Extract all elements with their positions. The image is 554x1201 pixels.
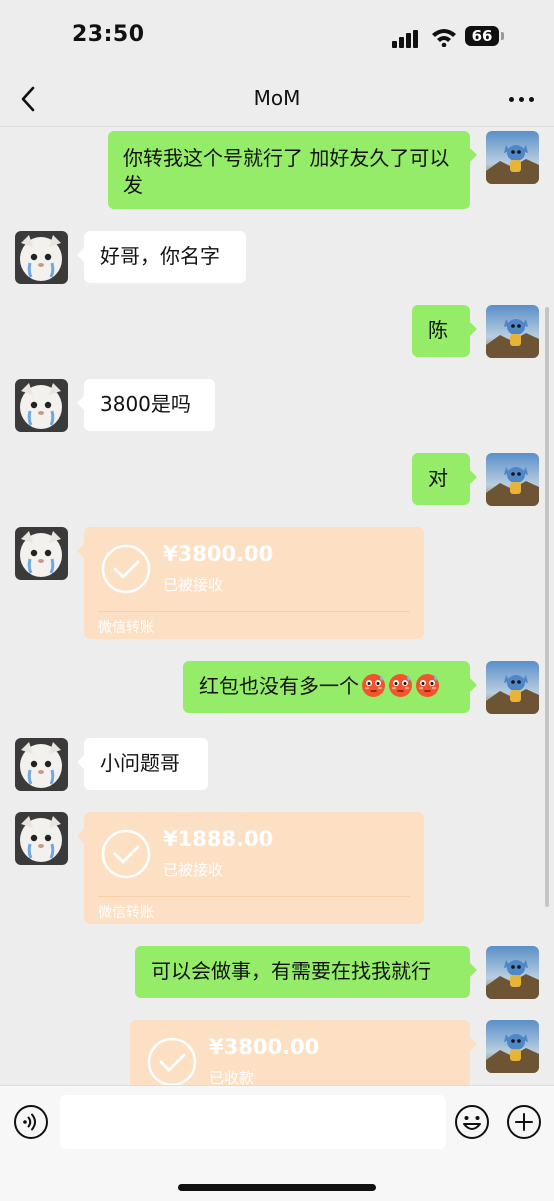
status-bar: 23:50 66	[0, 0, 554, 72]
my-avatar[interactable]	[486, 131, 539, 184]
message-received: 小问题哥	[0, 734, 554, 794]
transfer-status: 已被接收	[163, 861, 224, 879]
message-sent: 红包也没有多一个	[0, 657, 554, 717]
message-bubble[interactable]: 可以会做事，有需要在找我就行	[135, 946, 477, 998]
more-options-button[interactable]	[504, 82, 540, 116]
flushed-face-icon	[415, 673, 440, 698]
my-avatar[interactable]	[486, 946, 539, 999]
message-input[interactable]	[60, 1095, 446, 1149]
transfer-amount: ¥3800.00	[209, 1035, 320, 1059]
contact-avatar[interactable]	[15, 231, 68, 284]
my-avatar[interactable]	[486, 661, 539, 714]
chat-header: MoM	[0, 72, 554, 127]
voice-input-icon[interactable]	[13, 1104, 49, 1140]
message-bubble[interactable]: 你转我这个号就行了 加好友久了可以发	[108, 131, 477, 209]
check-circle-icon	[100, 828, 152, 880]
message-sent: 对	[0, 449, 554, 509]
status-time: 23:50	[72, 22, 145, 47]
message-sent: ¥3800.00 已收款	[0, 1016, 554, 1085]
emoji-icon[interactable]	[454, 1104, 490, 1140]
contact-avatar[interactable]	[15, 812, 68, 865]
transfer-card[interactable]: ¥3800.00 已收款	[130, 1020, 477, 1085]
transfer-status: 已收款	[209, 1069, 255, 1085]
message-sent: 可以会做事，有需要在找我就行	[0, 942, 554, 1002]
message-bubble[interactable]: 对	[412, 453, 477, 505]
transfer-label: 微信转账	[98, 905, 154, 921]
transfer-card[interactable]: ¥1888.00 已被接收 微信转账	[77, 812, 424, 924]
message-bubble[interactable]: 红包也没有多一个	[183, 661, 477, 713]
message-received: 3800是吗	[0, 375, 554, 435]
home-indicator	[178, 1184, 376, 1191]
contact-avatar[interactable]	[15, 527, 68, 580]
transfer-amount: ¥1888.00	[163, 827, 274, 851]
message-sent: 陈	[0, 301, 554, 361]
cellular-signal-icon	[392, 30, 418, 48]
my-avatar[interactable]	[486, 305, 539, 358]
input-bar	[0, 1085, 554, 1201]
transfer-status: 已被接收	[163, 576, 224, 594]
chat-scrollbar[interactable]	[545, 307, 549, 907]
my-avatar[interactable]	[486, 453, 539, 506]
transfer-amount: ¥3800.00	[163, 542, 274, 566]
check-circle-icon	[146, 1036, 198, 1085]
message-text: 红包也没有多一个	[199, 674, 359, 698]
message-received: 好哥，你名字	[0, 227, 554, 287]
check-circle-icon	[100, 543, 152, 595]
battery-icon: 66	[465, 26, 499, 46]
wifi-icon	[432, 29, 456, 47]
message-bubble[interactable]: 3800是吗	[77, 379, 215, 431]
transfer-label: 微信转账	[98, 620, 154, 636]
chat-title: MoM	[253, 86, 301, 110]
flushed-face-icon	[361, 673, 386, 698]
transfer-divider	[98, 896, 410, 897]
transfer-divider	[98, 611, 410, 612]
message-sent: 你转我这个号就行了 加好友久了可以发	[0, 127, 554, 212]
contact-avatar[interactable]	[15, 738, 68, 791]
transfer-card[interactable]: ¥3800.00 已被接收 微信转账	[77, 527, 424, 639]
message-bubble[interactable]: 好哥，你名字	[77, 231, 246, 283]
message-received: ¥1888.00 已被接收 微信转账	[0, 808, 554, 926]
message-bubble[interactable]: 陈	[412, 305, 477, 357]
message-bubble[interactable]: 小问题哥	[77, 738, 208, 790]
message-received: ¥3800.00 已被接收 微信转账	[0, 523, 554, 641]
battery-tip	[501, 32, 504, 40]
flushed-face-icon	[388, 673, 413, 698]
message-list[interactable]: 你转我这个号就行了 加好友久了可以发 好哥，你名字 陈 3800是吗 对 ¥38…	[0, 127, 554, 1085]
contact-avatar[interactable]	[15, 379, 68, 432]
my-avatar[interactable]	[486, 1020, 539, 1073]
plus-icon[interactable]	[506, 1104, 542, 1140]
